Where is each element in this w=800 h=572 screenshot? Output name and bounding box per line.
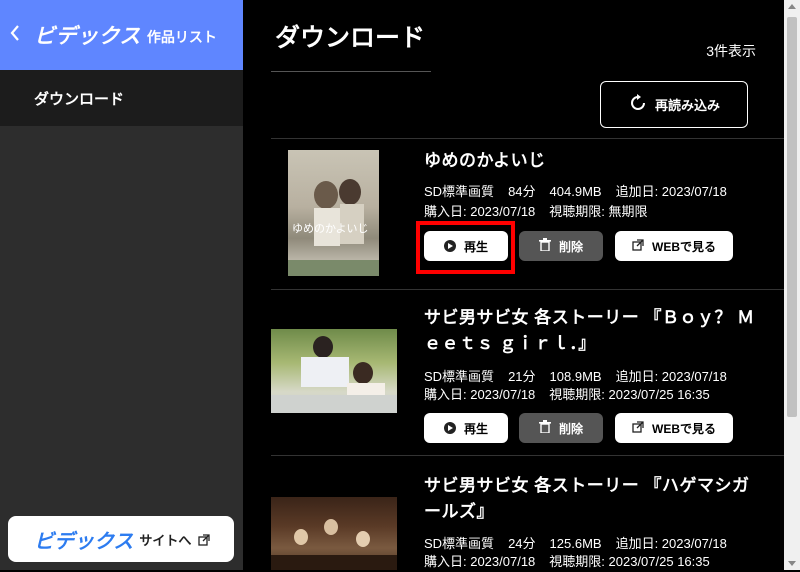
item-title: サビ男サビ女 各ストーリー 『ハゲマシガールズ』 bbox=[424, 476, 750, 521]
item-expiry: 視聴期限: 2023/07/25 16:35 bbox=[549, 554, 710, 569]
item-expiry: 視聴期限: 2023/07/25 16:35 bbox=[549, 387, 710, 402]
poster-title: ゆめのかよいじ bbox=[292, 223, 369, 235]
result-count: 3件表示 bbox=[706, 43, 756, 59]
trash-icon bbox=[538, 238, 551, 254]
trash-icon bbox=[538, 420, 551, 436]
delete-button[interactable]: 削除 bbox=[519, 231, 603, 261]
delete-button[interactable]: 削除 bbox=[519, 413, 603, 443]
download-item: ゆめのかよいじ ゆめのかよいじ SD標準画質 84分 404.9MB 追加日: 202… bbox=[271, 138, 784, 288]
item-size: 108.9MB bbox=[549, 369, 602, 384]
title-underline bbox=[271, 71, 431, 72]
highlight-box bbox=[416, 221, 515, 274]
scroll-down-arrow-icon[interactable] bbox=[788, 561, 796, 566]
sidebar: ビデックス 作品リスト ダウンロード ビデックス サイトへ bbox=[0, 0, 243, 570]
external-link-icon bbox=[632, 238, 644, 254]
play-label: 再生 bbox=[463, 421, 488, 436]
item-title: ゆめのかよいじ bbox=[424, 151, 546, 170]
item-size: 125.6MB bbox=[549, 536, 602, 551]
item-title: サビ男サビ女 各ストーリー 『Ｂｏｙ？ Ｍｅｅｔｓ ｇｉｒｌ．』 bbox=[424, 308, 755, 353]
item-duration: 24分 bbox=[508, 536, 536, 551]
sidebar-item-label: ダウンロード bbox=[34, 90, 125, 108]
site-link-label: サイトへ bbox=[139, 532, 192, 548]
reload-label: 再読み込み bbox=[654, 98, 720, 113]
item-meta-line2: 購入日: 2023/07/18 視聴期限: 2023/07/25 16:35 bbox=[424, 385, 724, 405]
item-meta-line1: SD標準画質 24分 125.6MB 追加日: 2023/07/18 bbox=[424, 534, 741, 554]
item-meta-line1: SD標準画質 84分 404.9MB 追加日: 2023/07/18 bbox=[424, 182, 741, 202]
play-icon bbox=[443, 422, 456, 434]
download-item: サビ男サビ女 各ストーリー 『ハゲマシガールズ』 SD標準画質 24分 125.6M… bbox=[271, 455, 784, 570]
item-thumbnail[interactable] bbox=[271, 329, 397, 413]
item-quality: SD標準画質 bbox=[424, 184, 495, 199]
item-purchase-date: 購入日: 2023/07/18 bbox=[424, 554, 536, 569]
scrollbar-thumb[interactable] bbox=[787, 17, 797, 417]
scroll-up-arrow-icon[interactable] bbox=[788, 4, 796, 9]
web-view-button[interactable]: WEBで見る bbox=[615, 231, 733, 261]
play-button[interactable]: 再生 bbox=[424, 413, 508, 443]
item-size: 404.9MB bbox=[549, 184, 602, 199]
sidebar-subtitle: 作品リスト bbox=[146, 29, 217, 45]
web-view-label: WEBで見る bbox=[652, 239, 716, 254]
sidebar-header[interactable]: ビデックス 作品リスト bbox=[0, 0, 243, 70]
vertical-scrollbar[interactable] bbox=[784, 0, 800, 570]
main-content: ダウンロード 3件表示 再読み込み ゆめのかよいじ ゆめのかよいじ SD標準画質… bbox=[243, 0, 784, 570]
site-brand-logo: ビデックス bbox=[34, 530, 134, 553]
brand-logo: ビデックス bbox=[34, 25, 141, 48]
item-added-date: 追加日: 2023/07/18 bbox=[615, 184, 727, 199]
delete-label: 削除 bbox=[558, 239, 583, 254]
sidebar-item-download[interactable]: ダウンロード bbox=[0, 70, 243, 126]
item-added-date: 追加日: 2023/07/18 bbox=[615, 369, 727, 384]
page-title: ダウンロード bbox=[275, 24, 426, 52]
item-meta-line2: 購入日: 2023/07/18 視聴期限: 無期限 bbox=[424, 202, 662, 222]
web-view-button[interactable]: WEBで見る bbox=[615, 413, 733, 443]
item-meta-line1: SD標準画質 21分 108.9MB 追加日: 2023/07/18 bbox=[424, 367, 741, 387]
item-thumbnail[interactable] bbox=[271, 497, 397, 570]
reload-button[interactable]: 再読み込み bbox=[600, 81, 748, 128]
item-meta-line2: 購入日: 2023/07/18 視聴期限: 2023/07/25 16:35 bbox=[424, 552, 724, 572]
item-duration: 21分 bbox=[508, 369, 536, 384]
item-purchase-date: 購入日: 2023/07/18 bbox=[424, 204, 536, 219]
item-thumbnail[interactable]: ゆめのかよいじ bbox=[288, 150, 379, 276]
item-added-date: 追加日: 2023/07/18 bbox=[615, 536, 727, 551]
reload-icon bbox=[628, 93, 648, 116]
external-link-icon bbox=[632, 420, 644, 436]
item-quality: SD標準画質 bbox=[424, 536, 495, 551]
delete-label: 削除 bbox=[558, 421, 583, 436]
item-quality: SD標準画質 bbox=[424, 369, 495, 384]
site-link-button[interactable]: ビデックス サイトへ bbox=[8, 516, 234, 562]
item-expiry: 視聴期限: 無期限 bbox=[549, 204, 648, 219]
item-purchase-date: 購入日: 2023/07/18 bbox=[424, 387, 536, 402]
external-link-icon bbox=[198, 533, 211, 546]
item-duration: 84分 bbox=[508, 184, 536, 199]
download-item: サビ男サビ女 各ストーリー 『Ｂｏｙ？ Ｍｅｅｔｓ ｇｉｒｌ．』 SD標準画質 2… bbox=[271, 289, 784, 454]
web-view-label: WEBで見る bbox=[652, 421, 716, 436]
chevron-left-icon[interactable] bbox=[10, 24, 26, 47]
